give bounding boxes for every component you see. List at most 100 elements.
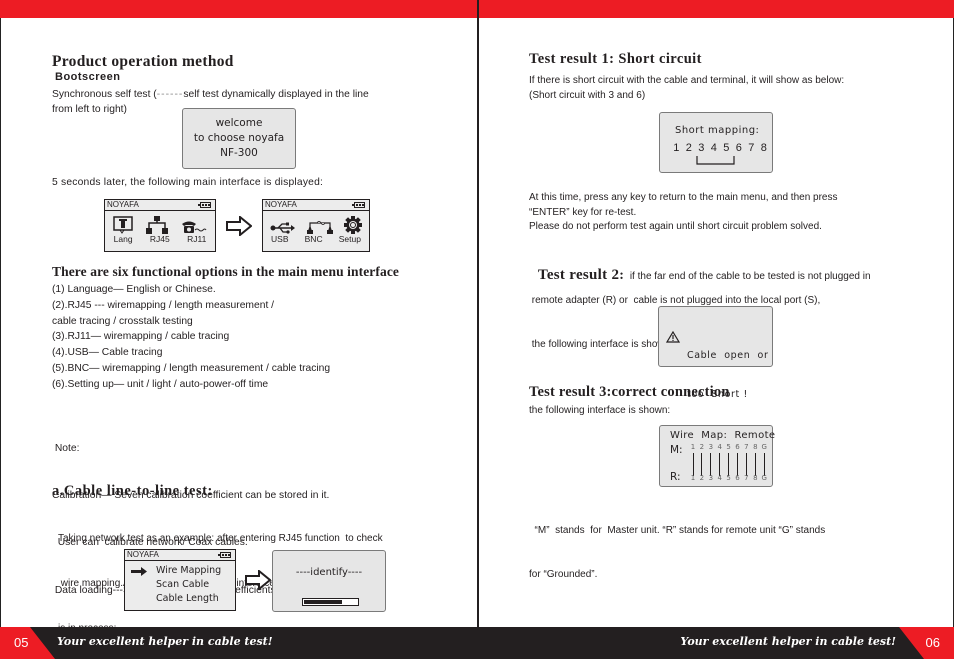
option-item: (6).Setting up— unit / light / auto-powe…: [52, 378, 269, 390]
short-mapping-screen: Short mapping: 12345678: [659, 112, 773, 173]
desc-line: for “Grounded”.: [529, 568, 598, 580]
short-bracket: [696, 156, 735, 165]
message-line: Cable open or: [687, 350, 769, 361]
dashes: ------: [156, 89, 184, 100]
cable-test-heading: a.Cable line-to-line test:: [52, 483, 213, 499]
menu-label-usb: USB: [271, 234, 289, 244]
pin-row: 12345678: [670, 142, 770, 154]
wire-line: [763, 453, 765, 476]
bnc-icon: [306, 221, 333, 234]
wire-line: [745, 453, 747, 476]
pin-number: 2: [685, 142, 692, 154]
desc-text: Synchronous self test (: [52, 89, 157, 100]
remote-pin: 3: [708, 474, 714, 482]
wire-line: [754, 453, 756, 476]
option-item: (4).USB— Cable tracing: [52, 347, 163, 359]
result1-heading: Test result 1: Short circuit: [529, 51, 702, 67]
master-label: M:: [670, 444, 683, 456]
gear-icon: [344, 216, 363, 234]
battery-icon: [218, 552, 231, 558]
page-title: Product operation method: [52, 53, 234, 70]
master-pin: 7: [744, 443, 749, 451]
master-pin: 3: [708, 443, 714, 451]
master-pin: 5: [726, 443, 731, 451]
menu-label-rj11: RJ11: [187, 234, 207, 244]
wire-line: [710, 453, 712, 476]
identify-screen: ----identify----: [272, 550, 386, 612]
brand-label: NOYAFA: [265, 200, 297, 209]
option-item: (5).BNC— wiremapping / length measuremen…: [52, 362, 331, 374]
page-number-left: 05: [0, 627, 55, 659]
remote-pin: G: [761, 474, 767, 482]
master-pin: 8: [753, 443, 758, 451]
remote-pin: 7: [744, 474, 749, 482]
footer-bar: 05 Your excellent helper in cable test! …: [0, 627, 954, 659]
bootscreen-desc-line1: Synchronous self test (------self test d…: [52, 87, 369, 103]
desc-line: “ENTER” key for re-test.: [529, 206, 637, 218]
master-pin: G: [761, 443, 767, 451]
pin-number: 6: [735, 142, 742, 154]
welcome-line: welcome: [215, 117, 263, 129]
welcome-screen: welcome to choose noyafa NF-300: [182, 108, 296, 169]
desc-text: self test dynamically displayed in the l…: [183, 89, 369, 100]
slogan-left: Your excellent helper in cable test!: [57, 635, 273, 648]
language-icon: [113, 216, 134, 234]
menu-item-cable-length[interactable]: Cable Length: [156, 592, 235, 606]
remote-pin: 2: [699, 474, 705, 482]
main-menu-screen-1: NOYAFA Lang RJ45 RJ11: [104, 199, 216, 252]
result1-after: At this time, press any key to return to…: [529, 191, 838, 235]
master-pin: 6: [735, 443, 740, 451]
pin-number: 5: [723, 142, 730, 154]
desc-line: (Short circuit with 3 and 6): [529, 90, 646, 101]
remote-pin: 4: [717, 474, 722, 482]
pin-number: 7: [748, 142, 755, 154]
arrow-right-icon: [226, 216, 252, 236]
master-pin: 2: [699, 443, 705, 451]
welcome-line: NF-300: [220, 147, 258, 159]
menu-label-lang: Lang: [113, 234, 133, 244]
pin-number: 4: [710, 142, 717, 154]
master-pin: 1: [690, 443, 696, 451]
options-heading: There are six functional options in the …: [52, 264, 400, 279]
progress-fill: [304, 600, 342, 604]
wire-line: [701, 453, 703, 476]
cable-open-message: Cable open or too Short !: [687, 323, 768, 427]
remote-pin: 8: [753, 474, 758, 482]
main-menu-screen-2: NOYAFA USB BNC Setup: [262, 199, 370, 252]
options-list: (1) Language— English or Chinese. (2).RJ…: [52, 282, 330, 393]
menu-label-setup: Setup: [338, 234, 361, 244]
brand-label: NOYAFA: [107, 200, 139, 209]
remote-pin: 6: [735, 474, 740, 482]
battery-icon: [198, 202, 211, 208]
rj45-menu: Wire Mapping Scan Cable Cable Length: [125, 561, 235, 606]
battery-icon: [352, 202, 365, 208]
screen-header: NOYAFA: [105, 200, 215, 211]
desc-line: Please do not perform test again until s…: [529, 221, 822, 232]
wire-line: [728, 453, 730, 476]
remote-label: R:: [670, 471, 681, 483]
identify-text: ----identify----: [295, 567, 363, 578]
result1-desc: If there is short circuit with the cable…: [529, 73, 844, 103]
option-item: (2).RJ45 --- wiremapping / length measur…: [52, 299, 275, 311]
menu-item-scan-cable[interactable]: Scan Cable: [156, 578, 235, 592]
menu-label-bnc: BNC: [304, 234, 323, 244]
master-pin: 4: [717, 443, 722, 451]
wire-map-grid: 1122334455667788GG: [689, 443, 769, 485]
screen-header: NOYAFA: [125, 550, 235, 561]
slogan-right: Your excellent helper in cable test!: [680, 635, 896, 648]
menu-item-wire-mapping[interactable]: Wire Mapping: [156, 564, 235, 578]
result3-heading: Test result 3:correct connection: [529, 384, 730, 400]
arrow-right-icon: [245, 570, 271, 590]
welcome-line: to choose noyafa: [193, 132, 285, 144]
option-item: (3).RJ11— wiremapping / cable tracing: [52, 331, 230, 343]
page-number-right: 06: [899, 627, 954, 659]
wire-line: [719, 453, 721, 476]
bootscreen-subtitle: Bootscreen: [55, 71, 121, 83]
warning-icon: [666, 331, 680, 343]
option-item: (1) Language— English or Chinese.: [52, 284, 216, 295]
wire-line: [692, 453, 694, 476]
short-mapping-title: Short mapping:: [675, 125, 760, 136]
wire-line: [737, 453, 738, 476]
main-interface-intro: 5 seconds later, the following main inte…: [52, 177, 324, 188]
desc-line: “M” stands for Master unit. “R” stands f…: [529, 525, 826, 536]
